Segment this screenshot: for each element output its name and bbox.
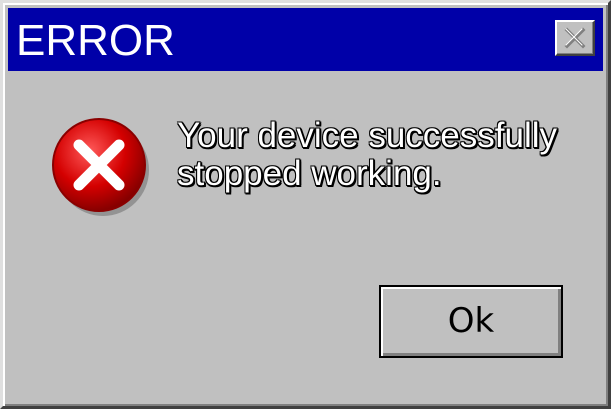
close-button[interactable] bbox=[555, 20, 595, 56]
message-line-2: stopped working. bbox=[177, 154, 442, 193]
title-bar[interactable]: ERROR bbox=[8, 8, 603, 71]
error-message: Your device successfully stopped working… bbox=[177, 117, 597, 193]
message-line-1: Your device successfully bbox=[177, 116, 558, 155]
dialog-title: ERROR bbox=[16, 16, 175, 65]
ok-button-label: Ok bbox=[447, 301, 495, 341]
close-icon bbox=[564, 27, 586, 49]
ok-button[interactable]: Ok bbox=[379, 285, 563, 358]
error-dialog: ERROR Your device successfully stopped w… bbox=[0, 0, 611, 409]
error-icon bbox=[52, 118, 149, 216]
